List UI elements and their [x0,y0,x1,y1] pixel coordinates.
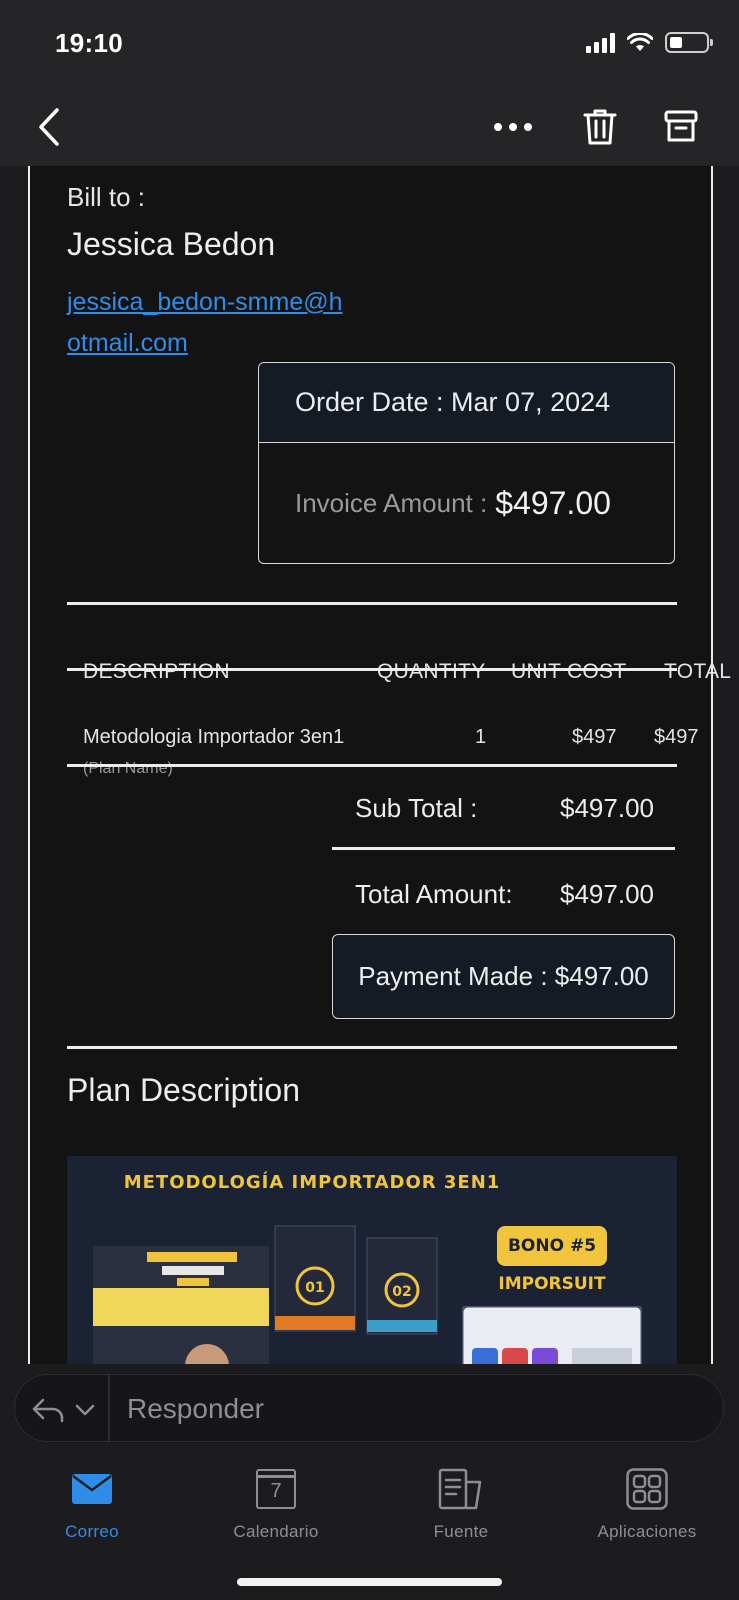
product-boxes-illustration [93,1225,438,1364]
header-quantity: QUANTITY [377,660,486,683]
total-amount-label: Total Amount: [355,879,513,909]
customer-email-link[interactable]: jessica_bedon-smme@hotmail.com [67,282,347,364]
reply-input[interactable]: Responder [14,1374,724,1442]
tab-label-fuente: Fuente [433,1522,489,1541]
chevron-left-icon [39,108,59,146]
bill-to-label: Bill to : [67,182,146,212]
email-content-area[interactable]: Bill to : Jessica Bedon jessica_bedon-sm… [0,166,739,1364]
bono-badge: BONO #5 [497,1226,607,1266]
plan-banner-image[interactable]: METODOLOGÍA IMPORTADOR 3EN1 01 02 BONO #… [67,1156,677,1364]
order-date: Order Date : Mar 07, 2024 [259,363,674,443]
navigation-bar [0,88,739,166]
bono-subtitle: IMPORSUIT [498,1274,606,1294]
invoice-email-body: Bill to : Jessica Bedon jessica_bedon-sm… [28,166,731,1364]
row-total: $497 [654,726,699,748]
tab-label-correo: Correo [65,1522,119,1541]
tab-label-aplicaciones: Aplicaciones [597,1522,697,1541]
delete-button[interactable] [575,102,625,152]
reply-divider [108,1375,110,1441]
plan-description-title: Plan Description [67,1072,300,1108]
mail-icon [72,1474,112,1504]
payment-made-box: Payment Made : $497.00 [332,934,675,1019]
invoice-amount-value: $497.00 [495,484,611,521]
box-number-01: 01 [305,1280,325,1296]
table-bottom-divider [67,764,677,767]
invoice-amount-label: Invoice Amount : [295,487,488,518]
home-indicator[interactable] [237,1578,502,1586]
wifi-icon [627,32,653,51]
tab-correo[interactable]: Correo [17,1464,167,1542]
apps-icon [626,1468,668,1510]
sub-total-value: $497.00 [560,793,654,823]
box-number-02: 02 [392,1284,412,1300]
reply-options-button[interactable] [29,1393,99,1425]
reply-bar: Responder [0,1364,739,1448]
tab-calendario[interactable]: 7 Calendario [201,1464,351,1542]
tab-label-calendario: Calendario [233,1522,319,1541]
header-total: TOTAL [664,660,732,683]
archive-button[interactable] [656,102,706,152]
customer-name: Jessica Bedon [67,226,276,262]
invoice-amount-row: Invoice Amount : $497.00 [259,443,674,563]
tab-fuente[interactable]: Fuente [386,1464,536,1542]
sub-total-label: Sub Total : [355,793,478,823]
archive-icon [664,110,698,142]
status-time: 19:10 [55,28,123,58]
header-description: DESCRIPTION [83,660,230,683]
calendar-day: 7 [270,1480,282,1502]
more-icon [494,123,532,131]
section-divider [67,1046,677,1049]
battery-icon [665,32,713,53]
status-icons [586,32,713,53]
table-header-divider [67,668,677,671]
header-unit-cost: UNIT COST [511,660,627,683]
row-description: Metodologia Importador 3en1 [83,726,345,748]
cellular-signal-icon [586,32,615,53]
more-options-button[interactable] [488,102,538,152]
back-button[interactable] [24,102,74,152]
row-unit-cost: $497 [572,726,617,748]
reply-placeholder: Responder [127,1393,264,1424]
table-top-divider [67,602,677,605]
bottom-tab-bar: Correo 7 Calendario Fuente Aplicaciones [0,1448,739,1600]
reply-arrow-icon [32,1398,64,1423]
feed-icon [438,1468,482,1510]
chevron-down-icon [75,1404,95,1416]
total-amount-value: $497.00 [560,879,654,909]
calendar-icon: 7 [256,1469,296,1509]
row-plan-name-note: (Plan Name) [83,760,173,777]
banner-title: METODOLOGÍA IMPORTADOR 3EN1 [123,1172,501,1193]
status-bar: 19:10 [0,0,739,88]
row-quantity: 1 [475,726,487,748]
trash-icon [583,109,617,145]
tab-aplicaciones[interactable]: Aplicaciones [572,1464,722,1542]
order-summary-box: Order Date : Mar 07, 2024 Invoice Amount… [258,362,675,564]
laptop-screenshot-illustration [462,1306,642,1364]
subtotal-divider [332,847,675,850]
